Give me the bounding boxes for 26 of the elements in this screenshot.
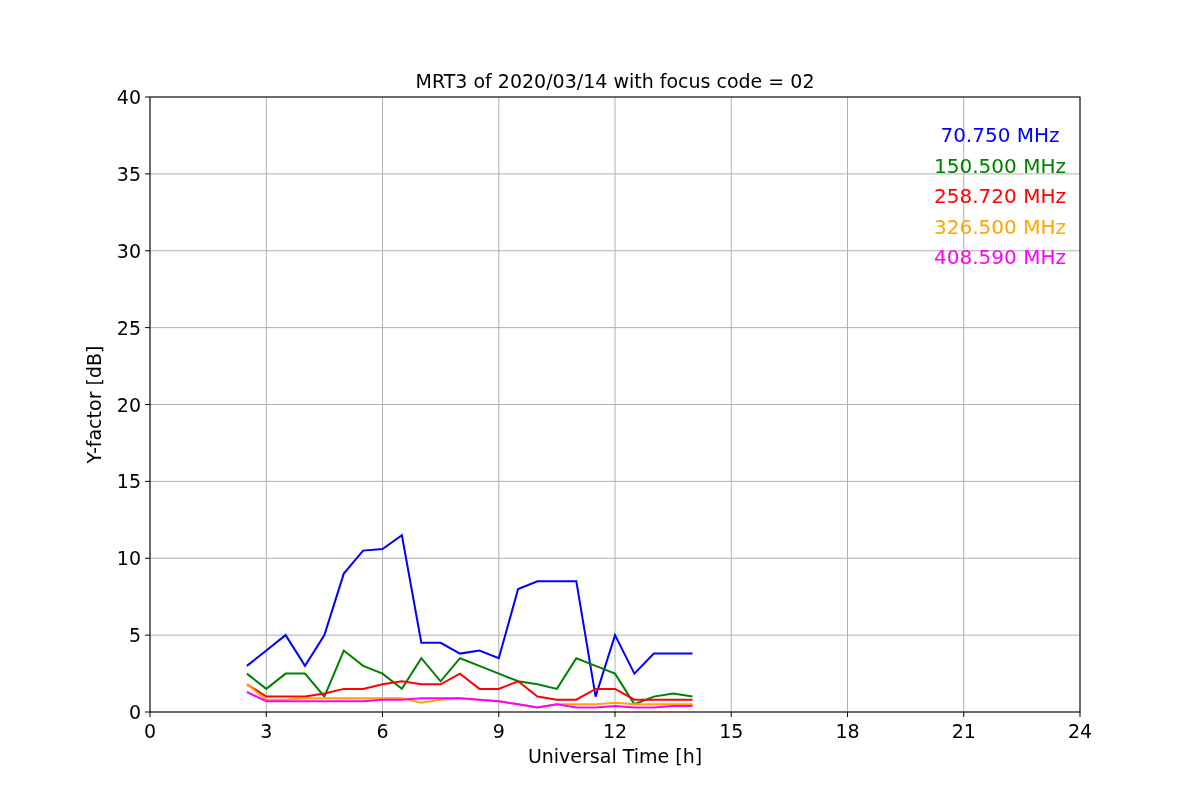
legend-entry: 258.720 MHz — [934, 184, 1066, 208]
y-axis-label: Y-factor [dB] — [83, 345, 105, 464]
legend-entry: 326.500 MHz — [934, 214, 1066, 239]
legend-entry: 150.500 MHz — [934, 153, 1066, 178]
x-tick-label: 9 — [492, 720, 505, 742]
x-tick-label: 3 — [260, 720, 273, 742]
y-tick-label: 5 — [128, 624, 141, 647]
chart-title: MRT3 of 2020/03/14 with focus code = 02 — [415, 70, 815, 92]
legend-entry: 408.590 MHz — [934, 245, 1066, 269]
x-tick-label: 18 — [835, 720, 860, 742]
y-tick-label: 10 — [116, 547, 141, 570]
x-tick-label: 21 — [951, 720, 976, 742]
x-tick-label: 24 — [1067, 720, 1093, 742]
y-tick-label: 25 — [116, 316, 141, 339]
x-tick-label: 12 — [602, 720, 628, 742]
x-tick-label: 0 — [143, 720, 157, 742]
x-tick-label: 6 — [376, 720, 389, 742]
y-tick-label: 15 — [116, 470, 141, 493]
y-tick-label: 40 — [116, 86, 141, 108]
legend-entry: 70.750 MHz — [940, 123, 1060, 147]
x-axis-label: Universal Time [h] — [527, 745, 703, 767]
y-tick-label: 30 — [116, 239, 141, 262]
y-tick-label: 20 — [116, 393, 141, 416]
x-tick-label: 15 — [719, 720, 744, 742]
y-tick-label: 35 — [116, 162, 141, 185]
y-tick-label: 0 — [128, 701, 141, 723]
